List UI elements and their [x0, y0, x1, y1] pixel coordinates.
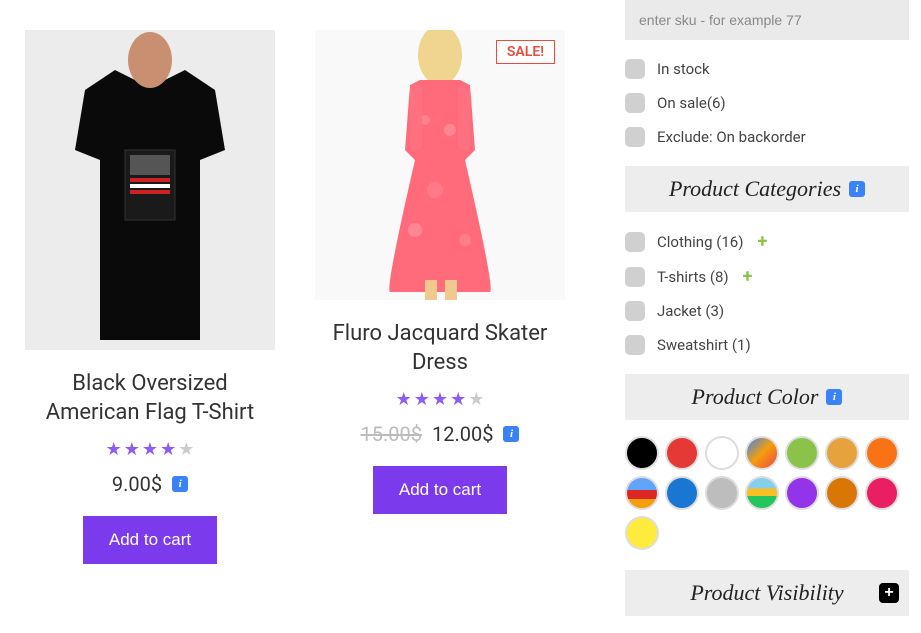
color-swatch-amber[interactable] [825, 476, 859, 510]
checkbox-icon[interactable] [625, 93, 645, 113]
product-title[interactable]: Fluro Jacquard Skater Dress [320, 320, 560, 377]
product-grid: Black Oversized American Flag T-Shirt ★ … [0, 0, 621, 628]
product-price: 12.00$ [432, 422, 493, 446]
section-title: Product Categories [669, 176, 841, 202]
color-swatch-tan[interactable] [825, 436, 859, 470]
section-title: Product Visibility [690, 580, 843, 606]
product-price: 9.00$ [112, 472, 162, 496]
star-icon: ★ [142, 439, 158, 460]
color-swatches [625, 432, 909, 558]
checkbox-icon[interactable] [625, 335, 645, 355]
checkbox-icon[interactable] [625, 127, 645, 147]
color-swatch-lime[interactable] [785, 436, 819, 470]
add-to-cart-button[interactable]: Add to cart [373, 466, 507, 514]
category-sweatshirt[interactable]: Sweatshirt (1) [625, 328, 909, 362]
info-icon[interactable]: i [849, 181, 865, 197]
color-swatch-red[interactable] [665, 436, 699, 470]
expand-icon[interactable]: + [879, 583, 899, 603]
section-categories-header[interactable]: Product Categories i [625, 166, 909, 212]
category-label: Jacket (3) [657, 302, 724, 320]
color-swatch-gray[interactable] [705, 476, 739, 510]
color-swatch-purple[interactable] [785, 476, 819, 510]
plus-icon[interactable]: + [757, 231, 767, 252]
plus-icon[interactable]: + [743, 266, 753, 287]
filter-label: In stock [657, 60, 710, 78]
sale-badge: SALE! [496, 40, 555, 64]
star-icon: ★ [160, 439, 176, 460]
star-icon: ★ [396, 389, 412, 410]
filter-in-stock[interactable]: In stock [625, 52, 909, 86]
checkbox-icon[interactable] [625, 59, 645, 79]
checkbox-icon[interactable] [625, 232, 645, 252]
color-swatch-white[interactable] [705, 436, 739, 470]
color-swatch-pattern[interactable] [745, 476, 779, 510]
checkbox-icon[interactable] [625, 301, 645, 321]
star-icon: ★ [432, 389, 448, 410]
color-swatch-yellow[interactable] [625, 516, 659, 550]
filter-on-sale[interactable]: On sale(6) [625, 86, 909, 120]
color-swatch-magenta[interactable] [865, 476, 899, 510]
product-old-price: 15.00$ [361, 422, 422, 446]
color-swatch-pattern[interactable] [625, 476, 659, 510]
category-tshirts[interactable]: T-shirts (8) + [625, 259, 909, 294]
product-card: Black Oversized American Flag T-Shirt ★ … [20, 30, 280, 628]
color-swatch-orange[interactable] [865, 436, 899, 470]
filter-label: Exclude: On backorder [657, 128, 806, 146]
category-clothing[interactable]: Clothing (16) + [625, 224, 909, 259]
section-color-header[interactable]: Product Color i [625, 374, 909, 420]
category-jacket[interactable]: Jacket (3) [625, 294, 909, 328]
star-icon: ★ [414, 389, 430, 410]
checkbox-icon[interactable] [625, 267, 645, 287]
filter-sidebar: In stock On sale(6) Exclude: On backorde… [621, 0, 921, 628]
star-icon: ★ [106, 439, 122, 460]
info-icon[interactable]: i [826, 389, 842, 405]
info-icon[interactable]: i [503, 426, 519, 442]
star-rating: ★ ★ ★ ★ ★ [20, 439, 280, 460]
star-icon: ★ [124, 439, 140, 460]
star-icon: ★ [178, 439, 194, 460]
filter-exclude-backorder[interactable]: Exclude: On backorder [625, 120, 909, 154]
section-title: Product Color [692, 384, 819, 410]
info-icon[interactable]: i [172, 476, 188, 492]
add-to-cart-button[interactable]: Add to cart [83, 516, 217, 564]
color-swatch-black[interactable] [625, 436, 659, 470]
price-row: 15.00$ 12.00$ i [310, 422, 570, 446]
sku-search-input[interactable] [625, 0, 909, 40]
product-title[interactable]: Black Oversized American Flag T-Shirt [30, 370, 270, 427]
star-rating: ★ ★ ★ ★ ★ [310, 389, 570, 410]
filter-label: On sale(6) [657, 94, 726, 112]
product-card: SALE! Fluro Jacquard Skater Dress [310, 30, 570, 628]
category-label: Sweatshirt (1) [657, 336, 751, 354]
color-swatch-pattern[interactable] [745, 436, 779, 470]
section-visibility-header[interactable]: Product Visibility + [625, 570, 909, 616]
product-image[interactable] [25, 30, 275, 350]
color-swatch-blue[interactable] [665, 476, 699, 510]
category-label: Clothing (16) [657, 233, 743, 251]
star-icon: ★ [450, 389, 466, 410]
star-icon: ★ [468, 389, 484, 410]
product-image[interactable]: SALE! [315, 30, 565, 300]
category-label: T-shirts (8) [657, 268, 729, 286]
price-row: 9.00$ i [20, 472, 280, 496]
